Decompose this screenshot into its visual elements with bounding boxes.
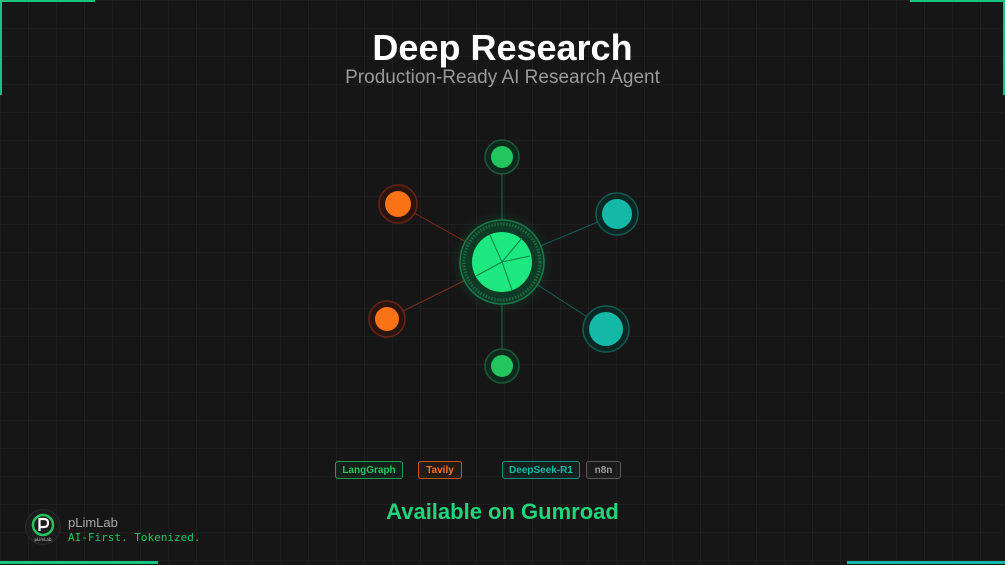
node-orange-upper-left [378,184,418,224]
tag-langgraph: LangGraph [335,461,403,479]
bottom-accent-bar-right [847,561,1005,564]
brand-name: pLimLab [68,515,118,530]
node-green-bottom [484,348,520,384]
tag-tavily: Tavily [418,461,462,479]
agent-network-diagram [368,139,639,384]
tag-n8n: n8n [586,461,621,479]
central-hub-node [450,210,554,314]
gumroad-cta[interactable]: Available on Gumroad [0,499,1005,525]
node-teal-upper-right [595,192,639,236]
node-green-top [484,139,520,175]
brand-tagline: AI-First. Tokenized. [68,531,201,544]
p-logo-icon: pLimLab [31,513,55,542]
node-orange-lower-left [368,300,406,338]
logo-text: pLimLab [35,537,52,542]
brand-logo: pLimLab [25,509,61,545]
tag-deepseek-r1: DeepSeek-R1 [502,461,580,479]
node-teal-lower-right [582,305,630,353]
bottom-accent-bar-left [0,561,158,564]
